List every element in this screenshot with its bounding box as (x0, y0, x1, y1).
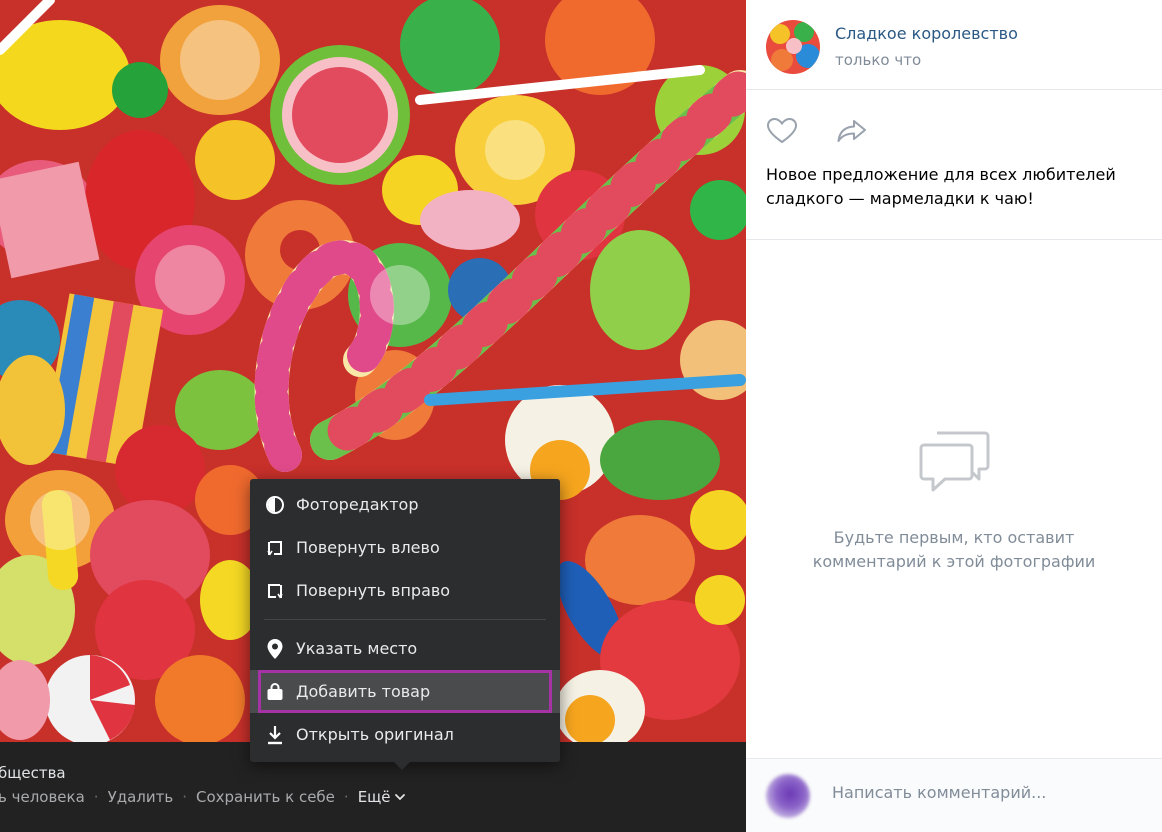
menu-item-label: Повернуть вправо (296, 581, 451, 600)
action-separator: · (343, 788, 349, 806)
comments-empty-message: Будьте первым, кто оставит комментарий к… (812, 528, 1096, 571)
rotate-right-icon (264, 580, 286, 602)
menu-item-rotate-right[interactable]: Повернуть вправо (250, 569, 560, 612)
comments-empty-icon (919, 430, 991, 498)
comments-empty-text: Будьте первым, кто оставит комментарий к… (746, 526, 1162, 574)
more-label: Ещё (357, 788, 391, 806)
post-panel: Сладкое королевство только что Новое пре… (746, 0, 1162, 832)
menu-item-label: Открыть оригинал (296, 725, 454, 744)
post-caption: Новое предложение для всех любителей сла… (766, 165, 1116, 208)
menu-item-photo-editor[interactable]: Фоторедактор (250, 483, 560, 526)
location-pin-icon (264, 638, 286, 660)
shopping-bag-icon (264, 681, 286, 703)
comment-input[interactable]: Написать комментарий... (832, 783, 1046, 802)
save-link[interactable]: Сохранить к себе (196, 788, 335, 806)
download-icon (264, 724, 286, 746)
menu-item-add-product[interactable]: Добавить товар (250, 670, 560, 713)
menu-item-rotate-left[interactable]: Повернуть влево (250, 526, 560, 569)
more-menu: Фоторедактор Повернуть влево Повернуть в… (250, 479, 560, 770)
tag-person-link[interactable]: ь человека (0, 788, 85, 806)
more-button[interactable]: Ещё (358, 788, 406, 806)
photo-editor-icon (264, 494, 286, 516)
photo-actions: ь человека · Удалить · Сохранить к себе … (0, 788, 406, 806)
share-icon[interactable] (836, 118, 868, 148)
menu-item-label: Фоторедактор (296, 495, 419, 514)
menu-item-label: Добавить товар (296, 682, 431, 701)
action-separator: · (93, 788, 99, 806)
delete-link[interactable]: Удалить (108, 788, 174, 806)
album-title[interactable]: бщества (0, 764, 66, 782)
like-icon[interactable] (766, 117, 798, 149)
action-separator: · (182, 788, 187, 806)
menu-item-open-original[interactable]: Открыть оригинал (250, 713, 560, 756)
menu-item-label: Повернуть влево (296, 538, 440, 557)
group-name[interactable]: Сладкое королевство (835, 24, 1018, 43)
current-user-avatar (766, 774, 810, 818)
group-avatar[interactable] (766, 20, 820, 74)
menu-item-label: Указать место (296, 639, 418, 658)
rotate-left-icon (264, 537, 286, 559)
chevron-down-icon (394, 794, 405, 801)
comment-composer: Написать комментарий... (746, 758, 1162, 832)
menu-item-location[interactable]: Указать место (250, 627, 560, 670)
menu-divider (264, 619, 546, 620)
photo-viewer: бщества ь человека · Удалить · Сохранить… (0, 0, 1162, 832)
post-time[interactable]: только что (835, 51, 921, 69)
post-header: Сладкое королевство только что (746, 0, 1162, 90)
